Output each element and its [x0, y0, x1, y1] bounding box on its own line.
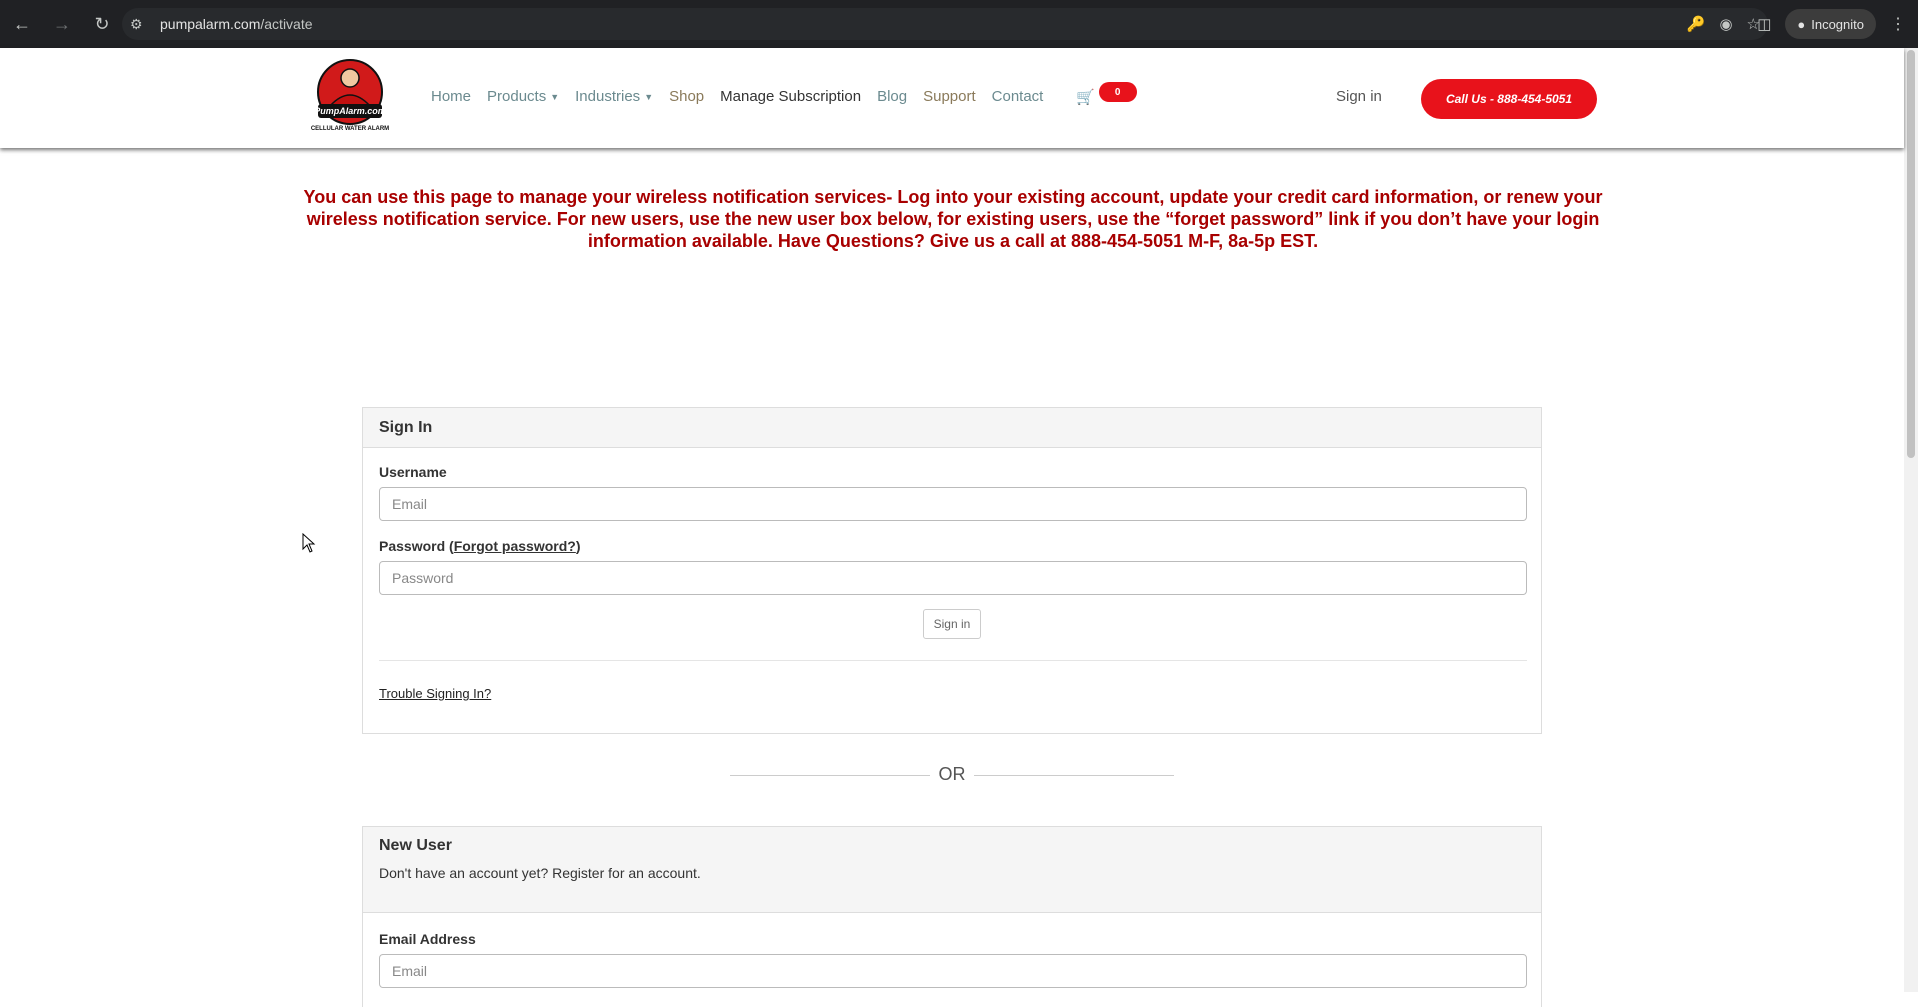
forward-icon[interactable]: → — [44, 6, 80, 42]
nav-home[interactable]: Home — [431, 88, 471, 105]
panel-divider — [379, 660, 1527, 661]
scrollbar-thumb[interactable] — [1907, 50, 1915, 458]
incognito-label: Incognito — [1811, 16, 1864, 32]
shopping-cart-icon: 🛒 — [1076, 89, 1095, 106]
incognito-icon: ● — [1797, 16, 1806, 32]
nav-contact[interactable]: Contact — [992, 88, 1044, 105]
nav-support[interactable]: Support — [923, 88, 976, 105]
caret-down-icon: ▼ — [644, 92, 654, 103]
cart-button[interactable]: 🛒 0 — [1076, 82, 1137, 106]
back-icon[interactable]: ← — [4, 6, 40, 42]
browser-toolbar: ← → ↻ ⚙ pumpalarm.com/activate 🔑 ◉ ☆ ◫ ●… — [0, 0, 1918, 48]
logo-brand-text: PumpAlarm.com — [314, 106, 386, 116]
nav-industries-label: Industries — [575, 88, 641, 105]
incognito-badge[interactable]: ● Incognito — [1785, 9, 1876, 39]
nav-blog[interactable]: Blog — [877, 88, 907, 105]
trouble-signing-in-link[interactable]: Trouble Signing In? — [379, 686, 491, 701]
page-scrollbar[interactable] — [1904, 48, 1918, 992]
mouse-cursor-icon — [302, 533, 316, 553]
nav-industries[interactable]: Industries ▼ — [575, 88, 653, 105]
reload-icon[interactable]: ↻ — [84, 6, 120, 42]
sign-in-panel-heading: Sign In — [363, 408, 1541, 448]
forgot-close-paren: ) — [575, 538, 581, 554]
logo-tagline-text: CELLULAR WATER ALARM — [311, 126, 389, 132]
url-text[interactable]: pumpalarm.com/activate — [160, 16, 313, 32]
password-label: Password — [379, 538, 446, 554]
header-sign-in-link[interactable]: Sign in — [1336, 88, 1382, 105]
password-key-icon[interactable]: 🔑 — [1687, 15, 1706, 33]
sign-in-title: Sign In — [379, 419, 433, 436]
email-address-label: Email Address — [379, 931, 476, 947]
nav-products-label: Products — [487, 88, 547, 105]
username-input[interactable] — [379, 487, 1527, 521]
or-line-left — [730, 775, 930, 776]
pumpalarm-logo[interactable]: PumpAlarm.com CELLULAR WATER ALARM — [308, 58, 392, 136]
sign-in-panel: Sign In Username Password (Forgot passwo… — [362, 407, 1542, 734]
password-input[interactable] — [379, 561, 1527, 595]
password-label-row: Password (Forgot password?) — [379, 538, 581, 554]
forgot-password-link[interactable]: Forgot password? — [454, 538, 576, 554]
tracking-eye-off-icon[interactable]: ◉ — [1719, 15, 1732, 33]
nav-manage-subscription[interactable]: Manage Subscription — [720, 88, 861, 105]
or-text: OR — [938, 764, 966, 784]
or-line-right — [974, 775, 1174, 776]
nav-products[interactable]: Products ▼ — [487, 88, 559, 105]
site-header: PumpAlarm.com CELLULAR WATER ALARM Home … — [0, 48, 1904, 148]
caret-down-icon: ▼ — [550, 92, 560, 103]
menu-kebab-icon[interactable]: ⋮ — [1890, 14, 1906, 34]
site-info-icon[interactable]: ⚙ — [130, 16, 150, 33]
or-separator: OR — [730, 764, 1174, 786]
sign-in-button[interactable]: Sign in — [923, 609, 981, 639]
new-user-panel: New User Don't have an account yet? Regi… — [362, 826, 1542, 1007]
nav-shop[interactable]: Shop — [669, 88, 704, 105]
new-user-panel-heading: New User Don't have an account yet? Regi… — [363, 827, 1541, 913]
call-us-button[interactable]: Call Us - 888-454-5051 — [1421, 79, 1597, 119]
new-user-subtitle: Don't have an account yet? Register for … — [379, 865, 701, 881]
side-panel-icon[interactable]: ◫ — [1757, 15, 1771, 33]
new-user-email-input[interactable] — [379, 954, 1527, 988]
new-user-title: New User — [379, 837, 452, 854]
intro-message: You can use this page to manage your wir… — [303, 187, 1603, 251]
username-label: Username — [379, 464, 447, 480]
main-nav: Home Products ▼ Industries ▼ Shop Manage S… — [431, 88, 1059, 105]
address-bar[interactable]: ⚙ pumpalarm.com/activate 🔑 ◉ ☆ — [122, 8, 1768, 40]
cart-count-badge: 0 — [1098, 82, 1137, 102]
